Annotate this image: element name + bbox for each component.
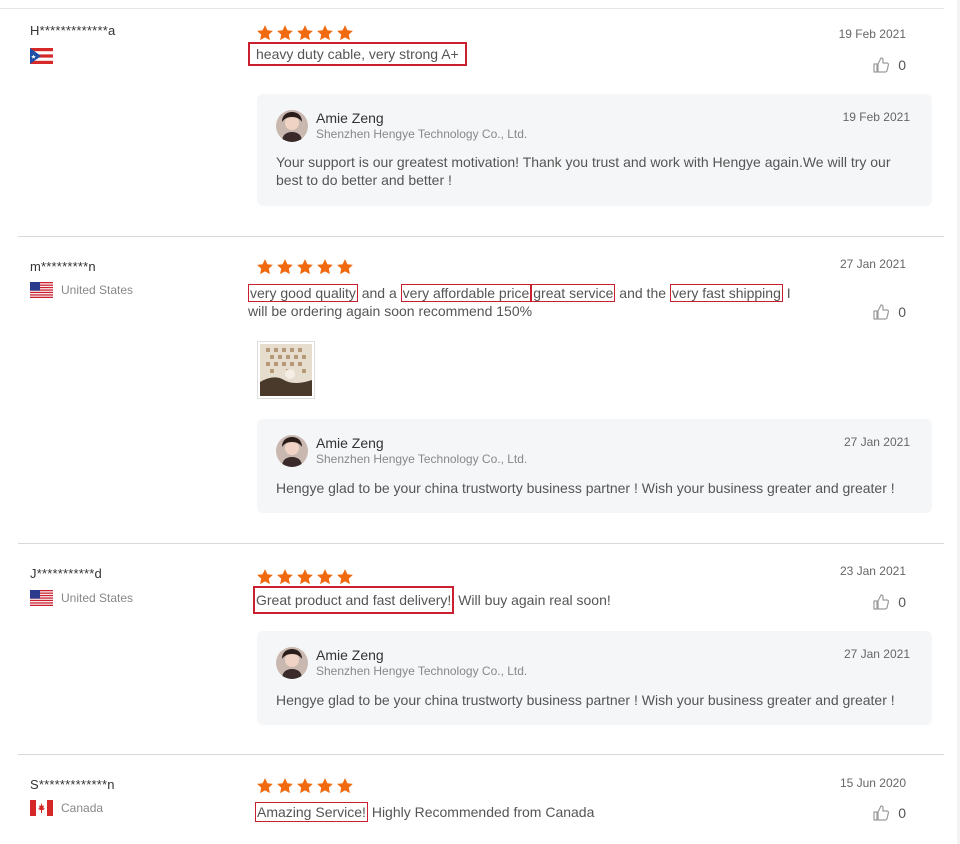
like-count: 0 [898, 304, 906, 320]
review-highlight: very fast shipping [669, 284, 783, 302]
reply-text: Hengye glad to be your china trustworty … [276, 692, 895, 708]
buyer-country: United States [30, 590, 133, 606]
seller-reply: Amie Zeng Shenzhen Hengye Technology Co.… [257, 419, 932, 513]
review-date: 23 Jan 2021 [839, 564, 906, 578]
seller-reply: Amie Zeng Shenzhen Hengye Technology Co.… [257, 94, 932, 206]
rating-stars [256, 24, 354, 42]
thumbs-up-icon [873, 57, 890, 73]
review-photo[interactable] [257, 341, 315, 399]
review-highlight: Great product and fast delivery! [253, 586, 455, 614]
seller-reply: Amie Zeng Shenzhen Hengye Technology Co.… [257, 631, 932, 725]
star-icon [297, 569, 313, 585]
star-icon [317, 569, 333, 585]
star-icon [257, 25, 273, 41]
country-name: United States [61, 591, 134, 605]
star-icon [277, 259, 293, 275]
star-icon [317, 25, 333, 41]
seller-avatar [276, 110, 308, 142]
review-item: S*************n Canada 15 Jun 2020 0 Ama… [0, 755, 944, 844]
review-text: and the [615, 285, 670, 301]
seller-avatar [276, 647, 308, 679]
reply-date: 19 Feb 2021 [842, 110, 910, 124]
star-icon [257, 569, 273, 585]
product-photo-thumbnail [260, 344, 312, 396]
reply-text: Your support is our greatest motivation!… [276, 154, 891, 188]
review-content: Great product and fast delivery! Will bu… [253, 586, 818, 614]
buyer-name: H*************a [30, 23, 116, 38]
star-icon [257, 259, 273, 275]
thumbs-up-icon [873, 805, 890, 821]
country-name: United States [61, 283, 134, 297]
rating-stars [256, 568, 354, 586]
rating-stars [256, 258, 354, 276]
seller-avatar [276, 435, 308, 467]
review-text: Highly Recommended from Canada [367, 804, 595, 820]
review-highlight: great service [531, 284, 616, 302]
thumbs-up-icon [873, 594, 890, 610]
review-content: very good quality and a very affordable … [248, 284, 813, 320]
star-icon [317, 778, 333, 794]
review-highlight: Amazing Service! [255, 802, 368, 822]
like-button[interactable]: 0 [872, 56, 906, 74]
like-count: 0 [898, 805, 906, 821]
seller-company: Shenzhen Hengye Technology Co., Ltd. [316, 452, 528, 466]
star-icon [337, 259, 353, 275]
buyer-country: United States [30, 282, 133, 298]
seller-name: Amie Zeng [316, 435, 384, 451]
buyer-name: S*************n [30, 777, 115, 792]
like-button[interactable]: 0 [872, 593, 906, 611]
seller-name: Amie Zeng [316, 647, 384, 663]
review-date: 27 Jan 2021 [839, 257, 906, 271]
puerto-rico-flag-icon [30, 48, 53, 64]
review-highlight: heavy duty cable, very strong A+ [248, 42, 467, 66]
reply-date: 27 Jan 2021 [843, 647, 910, 661]
star-icon [257, 778, 273, 794]
buyer-name: J***********d [30, 566, 102, 581]
review-date: 19 Feb 2021 [838, 27, 906, 41]
review-item: J***********d United States 23 Jan 2021 … [0, 544, 944, 754]
review-content: heavy duty cable, very strong A+ [248, 42, 813, 66]
seller-company: Shenzhen Hengye Technology Co., Ltd. [316, 127, 528, 141]
review-item: H*************a 19 Feb 2021 0 heavy duty… [0, 0, 944, 236]
buyer-name: m*********n [30, 259, 96, 274]
us-flag-icon [30, 282, 53, 298]
star-icon [277, 569, 293, 585]
star-icon [337, 25, 353, 41]
like-count: 0 [898, 57, 906, 73]
buyer-country [30, 48, 53, 64]
seller-name: Amie Zeng [316, 110, 384, 126]
star-icon [317, 259, 333, 275]
country-name: Canada [61, 801, 104, 815]
seller-company: Shenzhen Hengye Technology Co., Ltd. [316, 664, 528, 678]
review-content: Amazing Service! Highly Recommended from… [255, 802, 820, 822]
thumbs-up-icon [873, 304, 890, 320]
review-date: 15 Jun 2020 [839, 776, 906, 790]
us-flag-icon [30, 590, 53, 606]
like-button[interactable]: 0 [872, 303, 906, 321]
star-icon [297, 778, 313, 794]
canada-flag-icon [30, 800, 53, 816]
rating-stars [256, 777, 354, 795]
like-count: 0 [898, 594, 906, 610]
star-icon [297, 259, 313, 275]
star-icon [277, 25, 293, 41]
star-icon [337, 569, 353, 585]
review-highlight: very affordable price [400, 284, 532, 302]
reply-text: Hengye glad to be your china trustworty … [276, 480, 895, 496]
like-button[interactable]: 0 [872, 804, 906, 822]
review-highlight: very good quality [248, 284, 358, 302]
review-item: m*********n United States 27 Jan 2021 0 … [0, 237, 944, 543]
star-icon [277, 778, 293, 794]
reply-date: 27 Jan 2021 [843, 435, 910, 449]
review-text: and a [357, 285, 401, 301]
star-icon [297, 25, 313, 41]
buyer-country: Canada [30, 800, 103, 816]
star-icon [337, 778, 353, 794]
review-text: Will buy again real soon! [454, 592, 611, 608]
